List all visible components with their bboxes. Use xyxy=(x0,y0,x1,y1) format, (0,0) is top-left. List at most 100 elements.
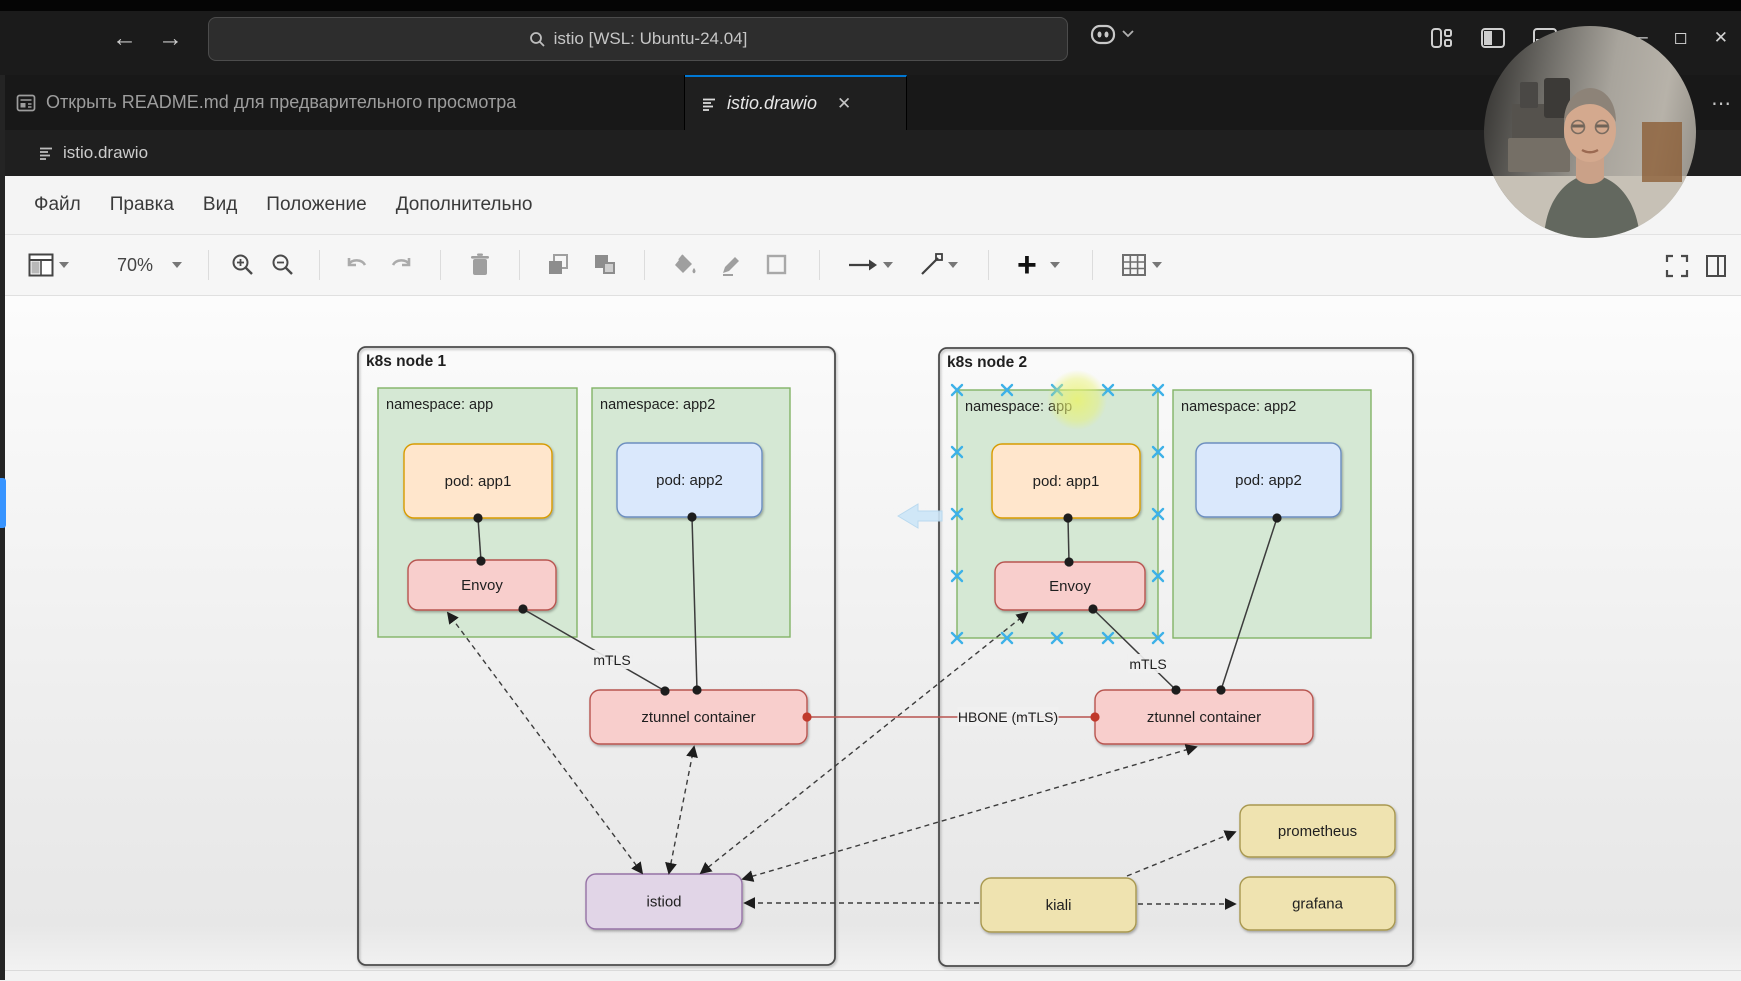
edge-label-envoy-ztunnel-n2: mTLS xyxy=(1129,656,1166,672)
format-panel-toggle-icon[interactable] xyxy=(1705,254,1727,278)
edge-endpoint-dot xyxy=(1272,513,1282,523)
edge-endpoint-dot xyxy=(1064,557,1074,567)
view-tool-button[interactable] xyxy=(28,253,69,277)
chevron-down-icon xyxy=(1122,30,1134,38)
arrow-right-icon xyxy=(848,258,878,272)
zoom-level-button[interactable]: 70% xyxy=(117,254,183,276)
k8s-node-1-label: k8s node 1 xyxy=(366,353,446,370)
to-back-button[interactable] xyxy=(592,253,616,277)
caret-down-icon xyxy=(1151,262,1162,268)
pod-app1-node2-label: pod: app1 xyxy=(1033,473,1100,490)
active-indicator-bar xyxy=(0,478,6,528)
diagram-svg[interactable]: k8s node 1 k8s node 2 namespace: app namesp… xyxy=(0,296,1741,980)
pod-app2-node2-label: pod: app2 xyxy=(1235,472,1302,489)
menu-edit[interactable]: Правка xyxy=(110,194,174,216)
customize-layout-icon[interactable] xyxy=(1430,27,1453,48)
insert-button[interactable]: + xyxy=(1017,248,1060,282)
caret-down-icon xyxy=(172,262,183,268)
edge-endpoint-dot xyxy=(660,686,670,696)
edge-endpoint-dot xyxy=(692,685,702,695)
k8s-node-2-label: k8s node 2 xyxy=(947,354,1027,371)
back-arrow-icon[interactable]: ← xyxy=(112,24,137,53)
breadcrumb-file: istio.drawio xyxy=(63,143,149,162)
istiod-label: istiod xyxy=(646,894,681,911)
tab-close-icon[interactable]: ✕ xyxy=(837,94,851,114)
copilot-menu[interactable] xyxy=(1090,22,1134,46)
envoy-node2-label: Envoy xyxy=(1049,578,1091,595)
command-center-search[interactable]: istio [WSL: Ubuntu-24.04] xyxy=(208,17,1068,61)
envoy-node1-label: Envoy xyxy=(461,577,503,594)
edge-endpoint-dot xyxy=(802,712,812,722)
namespace-app-node1-label: namespace: app xyxy=(386,397,493,413)
edge-label-envoy-ztunnel-n1: mTLS xyxy=(593,652,630,668)
connection-button[interactable] xyxy=(848,258,894,272)
namespace-app2-node2-label: namespace: app2 xyxy=(1181,399,1296,415)
waypoint-button[interactable] xyxy=(919,253,959,277)
close-button[interactable]: ✕ xyxy=(1701,28,1741,48)
maximize-button[interactable]: ◻ xyxy=(1661,28,1701,48)
pod-app1-node1-label: pod: app1 xyxy=(445,473,512,490)
tab-readme-preview[interactable]: Открыть README.md для предварительного п… xyxy=(0,75,685,130)
zoom-out-icon xyxy=(271,253,295,277)
presenter-highlight xyxy=(1047,370,1107,430)
editor-actions-more-icon[interactable]: ⋯ xyxy=(1711,91,1733,116)
zoom-in-button[interactable] xyxy=(231,253,255,277)
edge-istiod-ztunnel-n1[interactable] xyxy=(665,745,698,875)
zoom-out-button[interactable] xyxy=(271,253,295,277)
toggle-sidebar-icon[interactable] xyxy=(1480,27,1505,48)
to-back-icon xyxy=(592,253,616,277)
edge-endpoint-dot xyxy=(1063,513,1073,523)
edge-istiod-ztunnel-n2[interactable] xyxy=(741,744,1198,882)
menu-extras[interactable]: Дополнительно xyxy=(396,194,533,216)
zoom-in-icon xyxy=(231,253,255,277)
caret-down-icon xyxy=(1049,262,1060,268)
menu-file[interactable]: Файл xyxy=(34,194,81,216)
shadow-button[interactable] xyxy=(765,253,789,277)
ztunnel-node2-label: ztunnel container xyxy=(1147,709,1261,726)
edge-kiali-prometheus[interactable] xyxy=(1126,830,1237,877)
line-icon xyxy=(919,253,943,277)
fullscreen-icon[interactable] xyxy=(1665,254,1689,278)
breadcrumb[interactable]: istio.drawio xyxy=(0,130,1741,176)
pod-app2-node1-label: pod: app2 xyxy=(656,472,723,489)
square-outline-icon xyxy=(765,253,789,277)
copilot-icon xyxy=(1090,22,1116,46)
drawio-menu-bar: Файл Правка Вид Положение Дополнительно xyxy=(5,176,1741,234)
page-view-icon xyxy=(28,253,54,277)
drawio-file-icon xyxy=(701,96,717,112)
edit-style-button[interactable] xyxy=(719,253,743,277)
edge-endpoint-dot xyxy=(476,556,486,566)
delete-button[interactable] xyxy=(469,253,491,277)
edge-endpoint-dot xyxy=(1090,712,1100,722)
search-icon xyxy=(529,31,546,48)
drawio-canvas[interactable]: k8s node 1 k8s node 2 namespace: app namesp… xyxy=(0,296,1741,981)
kiali-label: kiali xyxy=(1046,897,1072,914)
tab-istio-drawio[interactable]: istio.drawio ✕ xyxy=(685,75,907,130)
forward-arrow-icon[interactable]: → xyxy=(158,24,183,53)
webcam-overlay xyxy=(1484,26,1696,238)
edge-endpoint-dot xyxy=(518,604,528,614)
grid-icon xyxy=(1121,253,1147,277)
edge-endpoint-dot xyxy=(473,513,483,523)
to-front-button[interactable] xyxy=(546,253,570,277)
ztunnel-node1-label: ztunnel container xyxy=(641,709,755,726)
drawio-toolbar: 70% + xyxy=(5,234,1741,296)
edge-pod1-envoy-n2[interactable] xyxy=(1067,517,1070,563)
edge-endpoint-dot xyxy=(1088,604,1098,614)
prometheus-label: prometheus xyxy=(1278,823,1357,840)
fill-color-button[interactable] xyxy=(673,253,699,277)
menu-view[interactable]: Вид xyxy=(203,194,237,216)
search-title: istio [WSL: Ubuntu-24.04] xyxy=(553,29,748,48)
namespace-app2-node1-label: namespace: app2 xyxy=(600,397,715,413)
table-button[interactable] xyxy=(1121,253,1162,277)
menu-arrange[interactable]: Положение xyxy=(266,194,366,216)
redo-button[interactable] xyxy=(388,255,414,275)
webcam-video xyxy=(1484,78,1696,238)
edge-endpoint-dot xyxy=(1171,685,1181,695)
drawio-file-icon xyxy=(38,145,54,161)
vscode-window: { "window": { "search_title": "istio [WS… xyxy=(0,0,1741,981)
zoom-level: 70% xyxy=(117,254,154,275)
editor-tab-bar: Открыть README.md для предварительного п… xyxy=(0,75,1741,130)
caret-down-icon xyxy=(59,262,69,268)
undo-button[interactable] xyxy=(344,255,370,275)
